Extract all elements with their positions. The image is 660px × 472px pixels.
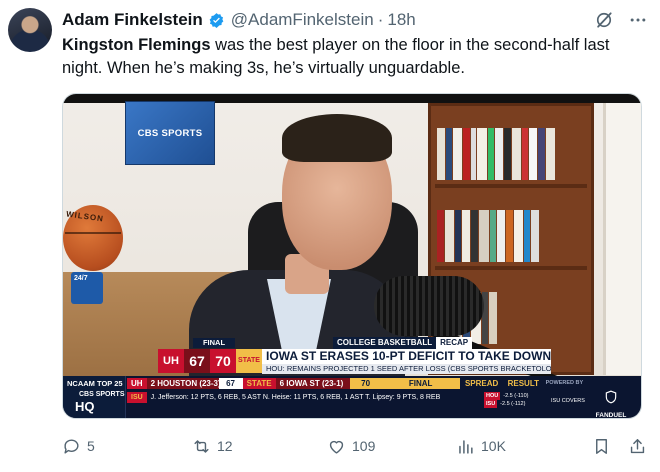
views-button[interactable]: 10K <box>456 434 506 458</box>
book-row <box>437 128 585 180</box>
more-icon[interactable] <box>628 10 648 30</box>
ticker-block-title: NCAAM TOP 25 <box>67 379 123 388</box>
ticker-network: CBS SPORTS <box>79 391 125 398</box>
fanduel-logo: FANDUEL <box>593 390 629 419</box>
houston-score: 67 <box>184 349 210 373</box>
grok-icon[interactable] <box>594 10 614 30</box>
ticker-houston-score: 67 <box>218 378 243 389</box>
show-tag: COLLEGE BASKETBALL RECAP <box>333 337 473 349</box>
ticker-iowa-state-score: 70 <box>349 378 382 389</box>
author-handle[interactable]: @AdamFinkelstein <box>231 10 374 30</box>
presenter-hair <box>282 114 392 162</box>
tweet-actions: 5 12 109 10K <box>62 434 648 458</box>
bookmark-button[interactable] <box>592 434 611 458</box>
reply-count: 5 <box>87 438 95 454</box>
desk-logo: 24/7 <box>71 272 103 304</box>
score-bug: UH 67 70 STATE <box>158 349 262 373</box>
ticker-status: FINAL <box>381 378 460 389</box>
reply-icon <box>64 438 79 454</box>
ticker-spread-label: SPREAD <box>464 379 499 388</box>
iowa-state-logo: STATE <box>236 349 262 373</box>
author-name[interactable]: Adam Finkelstein <box>62 10 203 30</box>
views-count: 10K <box>481 438 506 454</box>
final-tag: FINAL <box>193 338 235 348</box>
ticker-stats-team: ISU <box>127 392 147 403</box>
ticker-houston-name: 2 HOUSTON (23-3) <box>146 378 221 389</box>
retweet-icon <box>194 439 209 453</box>
ticker-odds-line-1: -2.5 (-110) <box>503 393 529 399</box>
ticker-result-label: RESULT <box>507 379 540 388</box>
ticker-hq: HQ <box>75 399 95 414</box>
ticker-score-row: UH 2 HOUSTON (23-3) 67 STATE 6 IOWA ST (… <box>127 378 586 389</box>
microphone <box>374 276 484 336</box>
ticker-powered-by: POWERED BY <box>545 380 584 386</box>
verified-badge-icon <box>209 12 224 28</box>
tweet-header: Adam Finkelstein @AdamFinkelstein · 18h <box>62 10 648 30</box>
ticker-houston-logo: UH <box>127 378 147 389</box>
tweet-video[interactable]: CBS SPORTS WILSON 24/7 FINAL COLLEGE BAS… <box>62 93 642 419</box>
lower-third-headline: IOWA ST ERASES 10-PT DEFICIT TO TAKE DOW… <box>262 349 551 364</box>
retweet-button[interactable]: 12 <box>192 434 233 458</box>
fanduel-text: FANDUEL <box>595 412 627 419</box>
like-count: 109 <box>352 438 376 454</box>
ticker-odds-team-2: ISU <box>484 400 498 408</box>
fanduel-shield-icon <box>605 390 617 404</box>
ticker-brand-block: NCAAM TOP 25 CBS SPORTS HQ <box>63 376 126 418</box>
shelf-board <box>435 266 587 270</box>
separator-dot: · <box>377 10 384 29</box>
window <box>603 103 641 375</box>
share-icon <box>630 438 645 453</box>
desk-logo-text: 24/7 <box>74 275 88 282</box>
ticker-iowa-state-name: 6 IOWA ST (23-1) <box>275 378 350 389</box>
share-button[interactable] <box>628 434 647 458</box>
score-ticker: NCAAM TOP 25 CBS SPORTS HQ UH 2 HOUSTON … <box>63 376 641 419</box>
iowa-state-score: 70 <box>210 349 236 373</box>
lower-third-subline: HOU: REMAINS PROJECTED 1 SEED AFTER LOSS… <box>262 364 551 374</box>
cbs-sports-board-text: CBS SPORTS <box>137 127 203 139</box>
cbs-sports-board: CBS SPORTS <box>125 101 215 165</box>
mentioned-player: Kingston Flemings <box>62 36 211 54</box>
like-button[interactable]: 109 <box>327 434 375 458</box>
show-tag-recap: RECAP <box>436 337 473 349</box>
bookmark-icon <box>596 438 607 454</box>
reply-button[interactable]: 5 <box>62 434 95 458</box>
book-row <box>437 210 585 262</box>
houston-logo: UH <box>158 349 184 373</box>
basketball-seam <box>65 232 121 234</box>
ticker-stats-line: J. Jefferson: 12 PTS, 6 REB, 5 AST N. He… <box>150 394 441 401</box>
ticker-stats-row: ISU J. Jefferson: 12 PTS, 6 REB, 5 AST N… <box>127 392 440 403</box>
ticker-odds-line-2: -2.5 (-112) <box>500 401 526 407</box>
heart-icon <box>329 440 344 454</box>
ticker-result: ISU COVERS <box>551 398 585 404</box>
author-avatar[interactable] <box>8 8 52 52</box>
tweet-text: Kingston Flemings was the best player on… <box>62 34 648 80</box>
tweet-timestamp[interactable]: 18h <box>387 10 415 30</box>
retweet-count: 12 <box>217 438 233 454</box>
views-chart-icon <box>459 439 473 454</box>
ticker-odds-team-1: HOU <box>484 392 501 400</box>
ticker-iowa-state-logo: STATE <box>242 378 276 389</box>
header-actions <box>594 10 648 30</box>
show-tag-title: COLLEGE BASKETBALL <box>333 337 437 349</box>
shelf-board <box>435 184 587 188</box>
